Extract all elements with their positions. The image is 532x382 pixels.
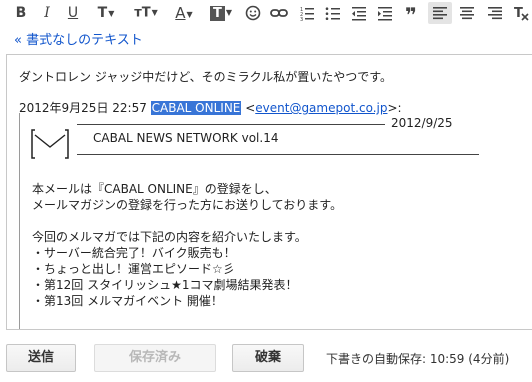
quote-sender-name: CABAL ONLINE (150, 101, 242, 115)
caret-down-icon: ▼ (151, 8, 158, 17)
font-size-button[interactable]: тT▼ (130, 2, 162, 24)
quote-email-link[interactable]: event@gamepot.co.jp (255, 101, 387, 115)
newsletter-title: CABAL NEWS NETWORK vol.14 (93, 131, 279, 145)
link-button[interactable] (268, 2, 290, 24)
highlight-color-button[interactable]: T ▼ (206, 2, 236, 24)
quote-icon: ❞ (405, 3, 417, 27)
text-color-label: A (175, 4, 186, 22)
numbered-list-button[interactable]: 123 (296, 2, 318, 24)
italic-button[interactable]: I (36, 2, 58, 24)
bulleted-list-button[interactable] (322, 2, 344, 24)
emoji-button[interactable] (242, 2, 264, 24)
compose-body[interactable]: ダントロレン ジャッジ中だけど、そのミラクル私が置いたやつです。 2012年9月… (6, 54, 532, 330)
indent-more-icon (378, 6, 392, 20)
font-button[interactable]: T▼ (92, 2, 120, 24)
indent-less-button[interactable] (348, 2, 370, 24)
align-center-button[interactable] (456, 2, 478, 24)
caret-down-icon: ▼ (225, 8, 233, 17)
highlight-label: T (209, 5, 225, 21)
paragraph-line: メールマガジンの登録を行った方にお送りしております。 (32, 198, 343, 212)
paragraph-line: 今回のメルマガでは下記の内容を紹介いたします。 (32, 230, 307, 244)
caret-down-icon: ▼ (108, 8, 115, 18)
underline-button[interactable]: U (62, 2, 84, 24)
svg-text:T: T (514, 6, 523, 21)
newsletter-date: 2012/9/25 (391, 116, 453, 130)
font-size-label: тT (134, 5, 151, 21)
quote-date: 2012年9月25日 22:57 (19, 101, 151, 115)
link-icon (270, 8, 288, 17)
emoji-icon (245, 5, 261, 20)
formatting-toolbar: B I U T▼ тT▼ A▼ T ▼ 123 ❞ T (0, 0, 532, 27)
align-left-icon (433, 6, 447, 19)
align-left-button[interactable] (428, 2, 452, 24)
svg-text:3: 3 (300, 17, 303, 21)
autosave-status: 下書きの自動保存: 10:59 (4分前) (326, 352, 510, 366)
bold-button[interactable]: B (10, 2, 32, 24)
align-center-icon (460, 6, 474, 19)
save-button[interactable]: 保存済み (94, 344, 216, 372)
envelope-icon (31, 129, 69, 159)
caret-down-icon: ▼ (186, 9, 193, 19)
indent-more-button[interactable] (374, 2, 396, 24)
list-item: ・第13回 メルマガイベント 開催！ (32, 294, 223, 308)
quote-suffix: >: (387, 101, 402, 115)
align-right-button[interactable] (484, 2, 506, 24)
newsletter-rule-top (77, 124, 385, 125)
list-item: ・第12回 スタイリッシュ★1コマ劇場結果発表！ (32, 278, 298, 292)
remove-formatting-button[interactable]: T (510, 2, 532, 24)
font-label: T (97, 5, 108, 21)
quote-button[interactable]: ❞ (400, 2, 422, 27)
align-right-icon (488, 6, 502, 19)
list-item: ・サーバー統合完了！バイク販売も！ (32, 246, 236, 260)
paragraph-line: 本メールは『CABAL ONLINE』の登録をし、 (32, 182, 277, 196)
quote-bar (19, 113, 24, 329)
plain-text-link[interactable]: « 書式なしのテキスト (14, 29, 143, 48)
compose-footer: 送信 保存済み 破棄 下書きの自動保存: 10:59 (4分前) (0, 336, 532, 382)
newsletter-rule-bottom (77, 154, 479, 155)
remove-formatting-icon: T (514, 6, 529, 21)
send-button[interactable]: 送信 (6, 344, 76, 372)
numbered-list-icon: 123 (300, 7, 314, 23)
list-item: ・ちょっと出し！運営エピソード☆彡 (32, 262, 235, 276)
indent-less-icon (352, 6, 366, 20)
text-color-button[interactable]: A▼ (170, 2, 198, 24)
reply-line: ダントロレン ジャッジ中だけど、そのミラクル私が置いたやつです。 (19, 70, 393, 84)
bulleted-list-icon (325, 6, 340, 20)
discard-button[interactable]: 破棄 (232, 344, 304, 372)
quote-header: 2012年9月25日 22:57 CABAL ONLINE <event@gam… (19, 99, 402, 116)
quote-lt: < (241, 101, 256, 115)
